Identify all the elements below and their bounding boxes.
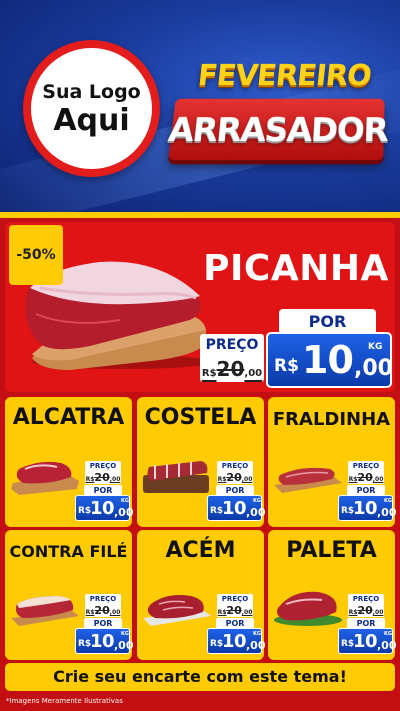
logo-placeholder: Sua Logo Aqui	[31, 48, 152, 169]
product-name: PALETA	[286, 538, 377, 563]
acem-image	[143, 595, 211, 626]
hero-old-int: 20	[216, 357, 245, 381]
product-card-paleta[interactable]: PALETA PREÇO R$20,00 POR R$ 10 ,00 KG	[268, 530, 397, 660]
price-tag: R$ 10 ,00 KG	[75, 628, 134, 654]
alcatra-image	[11, 461, 79, 495]
price-tag: R$ 10 ,00 KG	[207, 628, 266, 654]
product-name: FRALDINHA	[272, 409, 391, 430]
product-name: ACÉM	[165, 538, 236, 563]
product-name: CONTRA FILÉ	[9, 542, 128, 561]
old-int: 20	[94, 471, 110, 484]
hero-price-tag: R$ 10 ,00 KG	[266, 332, 393, 388]
hero-price-dec: ,00	[354, 356, 393, 381]
unit: KG	[384, 498, 392, 504]
price-dec: ,00	[377, 506, 397, 519]
old-dec: ,00	[372, 609, 384, 616]
old-int: 20	[357, 604, 373, 617]
old-dec: ,00	[109, 609, 121, 616]
product-name: COSTELA	[144, 405, 257, 430]
price-tag: R$ 10 ,00 KG	[338, 495, 397, 521]
logo-badge: Sua Logo Aqui	[23, 40, 160, 177]
price-int: 10	[353, 498, 378, 519]
unit: KG	[121, 631, 129, 637]
hero-old-dec: ,00	[244, 368, 263, 379]
price-int: 10	[353, 631, 378, 652]
logo-text-line2: Aqui	[53, 102, 130, 138]
hero-old-price: R$20,00	[200, 356, 264, 382]
price-tag: R$ 10 ,00 KG	[207, 495, 266, 521]
old-int: 20	[226, 604, 242, 617]
logo-text-line1: Sua Logo	[42, 80, 141, 103]
price-int: 10	[222, 498, 247, 519]
old-dec: ,00	[109, 476, 121, 483]
product-card-contra-file[interactable]: CONTRA FILÉ PREÇO R$20,00 POR R$ 10 ,00 …	[5, 530, 134, 660]
unit: KG	[253, 631, 261, 637]
campaign-title-top: FEVEREIRO	[196, 58, 373, 92]
price-int: 10	[222, 631, 247, 652]
contra-file-image	[11, 596, 79, 626]
cta-button[interactable]: Crie seu encarte com este tema!	[5, 663, 395, 691]
hero-product-name: PICANHA	[203, 248, 389, 289]
price-dec: ,00	[377, 639, 397, 652]
footnote: *Imagens Meramente Ilustrativas	[6, 697, 123, 705]
price-int: 10	[90, 498, 115, 519]
old-price: R$20,00	[85, 472, 121, 484]
old-price: R$20,00	[85, 605, 121, 617]
old-dec: ,00	[241, 609, 253, 616]
hero-old-price-label: PREÇO	[200, 334, 264, 356]
old-dec: ,00	[372, 476, 384, 483]
paleta-image	[274, 591, 342, 626]
price-dec: ,00	[114, 506, 134, 519]
product-card-costela[interactable]: COSTELA PREÇO R$20,00 POR R$ 10 ,00 KG	[137, 397, 266, 527]
price-tag: R$ 10 ,00 KG	[75, 495, 134, 521]
product-name: ALCATRA	[12, 405, 125, 430]
old-price: R$20,00	[217, 605, 253, 617]
campaign-title-plate: ARRASADOR	[166, 98, 388, 161]
header-banner: Sua Logo Aqui FEVEREIRO ARRASADOR	[0, 0, 400, 212]
unit: KG	[253, 498, 261, 504]
price-dec: ,00	[246, 639, 266, 652]
unit: KG	[384, 631, 392, 637]
campaign-title: FEVEREIRO ARRASADOR	[166, 58, 388, 168]
campaign-title-bottom: ARRASADOR	[166, 109, 388, 149]
old-price: R$20,00	[217, 472, 253, 484]
unit: KG	[121, 498, 129, 504]
old-price: R$20,00	[348, 472, 384, 484]
hero-old-currency: R$	[201, 368, 217, 379]
old-dec: ,00	[241, 476, 253, 483]
discount-badge: -50%	[9, 225, 63, 285]
hero-unit: KG	[368, 342, 383, 352]
fraldinha-image	[274, 467, 342, 493]
old-int: 20	[226, 471, 242, 484]
product-card-acem[interactable]: ACÉM PREÇO R$20,00 POR R$ 10 ,00 KG	[137, 530, 266, 660]
hero-price-int: 10	[302, 338, 354, 382]
old-int: 20	[94, 604, 110, 617]
price-tag: R$ 10 ,00 KG	[338, 628, 397, 654]
hero-currency: R$	[274, 356, 299, 376]
old-price: R$20,00	[348, 605, 384, 617]
costela-image	[143, 461, 209, 493]
price-dec: ,00	[246, 506, 266, 519]
product-card-alcatra[interactable]: ALCATRA PREÇO R$20,00 POR R$ 10 ,00 KG	[5, 397, 134, 527]
price-int: 10	[90, 631, 115, 652]
old-int: 20	[357, 471, 373, 484]
product-card-fraldinha[interactable]: FRALDINHA PREÇO R$20,00 POR R$ 10 ,00 KG	[268, 397, 397, 527]
price-dec: ,00	[114, 639, 134, 652]
